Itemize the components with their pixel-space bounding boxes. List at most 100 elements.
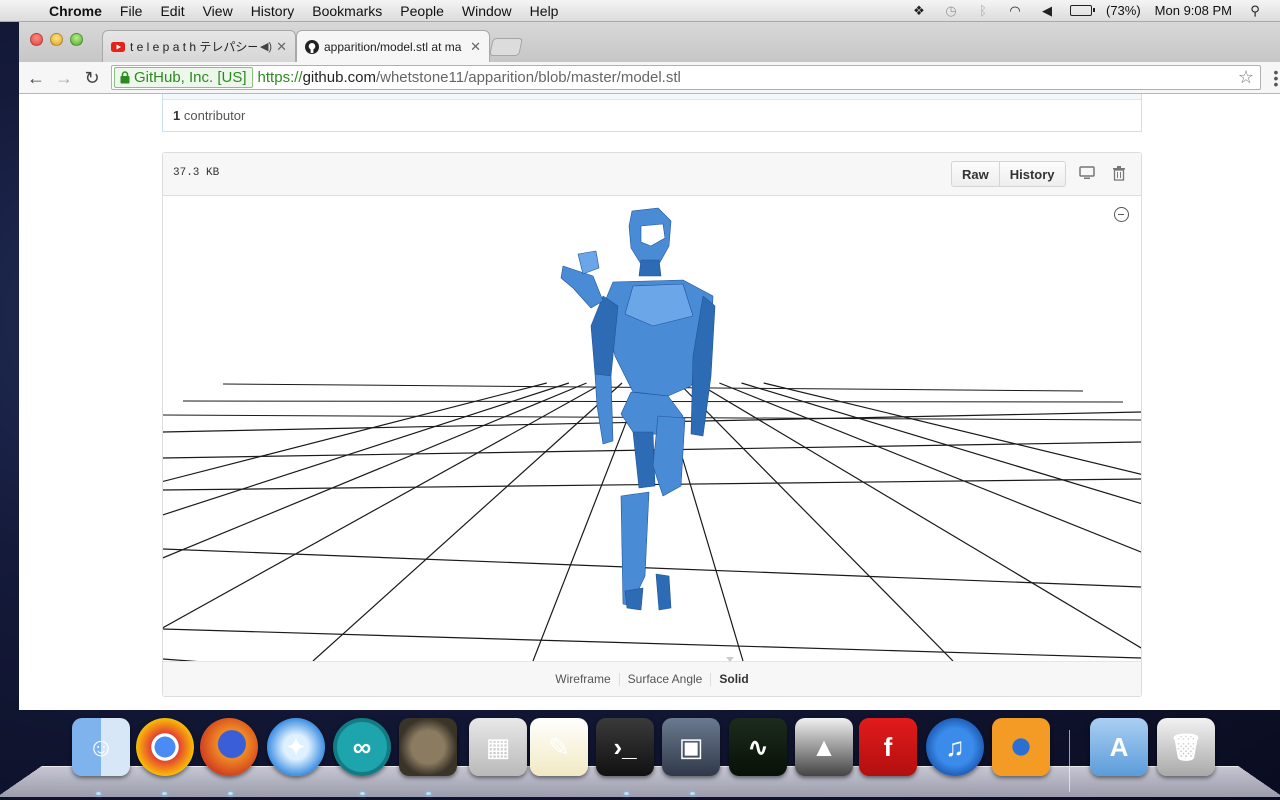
close-tab-icon[interactable]: ✕ — [470, 39, 481, 55]
battery-percent[interactable]: (73%) — [1106, 3, 1141, 18]
mode-wireframe[interactable]: Wireframe — [547, 672, 620, 686]
figure-neck — [638, 259, 662, 277]
menu-help[interactable]: Help — [521, 3, 568, 19]
youtube-icon — [111, 40, 125, 54]
trash-icon[interactable]: 🗑 — [1157, 718, 1215, 776]
grid-line-horizontal — [163, 548, 1141, 588]
github-icon — [305, 39, 319, 54]
file-actions: Raw History — [951, 161, 1066, 187]
menu-people[interactable]: People — [391, 3, 453, 19]
grid-line-vertical — [763, 382, 1141, 475]
itunes-icon[interactable]: ♫ — [926, 718, 984, 776]
firefox-icon[interactable] — [200, 718, 258, 776]
mode-surface-angle[interactable]: Surface Angle — [620, 672, 712, 686]
contributors-summary[interactable]: 1 contributor — [173, 108, 245, 123]
arduino-icon[interactable]: ∞ — [333, 718, 391, 776]
menu-app-name[interactable]: Chrome — [40, 3, 111, 19]
menu-file[interactable]: File — [111, 3, 152, 19]
inkscape-icon[interactable]: ▲ — [795, 718, 853, 776]
collapse-viewer-icon[interactable] — [1114, 207, 1129, 222]
safari-icon[interactable]: ✦ — [267, 718, 325, 776]
contributors-box: 1 contributor — [162, 94, 1142, 132]
volume-icon[interactable]: ◀︎ — [1038, 3, 1056, 18]
grid-line-vertical — [696, 382, 1141, 649]
new-tab-button[interactable] — [489, 38, 523, 56]
figure-left-arm-lower — [594, 373, 614, 445]
close-tab-icon[interactable]: ✕ — [276, 39, 287, 55]
figure-left-leg-lower — [620, 491, 650, 607]
github-page: 1 contributor 37.3 KB Raw History Wirefr… — [19, 94, 1280, 710]
speaker-icon[interactable]: ◀) — [260, 40, 272, 53]
tab-youtube[interactable]: t e l e p a t h テレパシー ◀) ✕ — [102, 30, 296, 62]
stl-3d-viewer[interactable] — [163, 196, 1141, 661]
browser-toolbar: ← → ↻ GitHub, Inc. [US] https://github.c… — [19, 62, 1280, 94]
menu-bookmarks[interactable]: Bookmarks — [303, 3, 391, 19]
close-window-button[interactable] — [30, 33, 43, 46]
textedit-icon[interactable]: ✎ — [530, 718, 588, 776]
blender-icon[interactable] — [992, 718, 1050, 776]
tab-strip: t e l e p a t h テレパシー ◀) ✕ apparition/mo… — [19, 22, 1280, 62]
dropbox-icon[interactable]: ❖ — [910, 3, 928, 18]
grid-line-vertical — [163, 382, 547, 483]
ev-label: GitHub, Inc. [US] — [134, 69, 247, 86]
bluetooth-icon[interactable]: ᛒ — [974, 3, 992, 18]
applications-folder-icon[interactable]: A — [1090, 718, 1148, 776]
dock-running-indicator — [360, 792, 365, 795]
file-header: 37.3 KB Raw History — [163, 153, 1141, 196]
grid-line-horizontal — [163, 628, 1141, 659]
mission-control-icon[interactable]: ▣ — [662, 718, 720, 776]
stl-canvas[interactable] — [163, 196, 1141, 661]
file-viewer: 37.3 KB Raw History Wireframe Surface An… — [162, 152, 1142, 697]
finder-icon[interactable]: ☺ — [72, 718, 130, 776]
gimp-icon[interactable] — [399, 718, 457, 776]
battery-icon[interactable] — [1069, 5, 1095, 16]
figure-left-arm-upper — [590, 295, 619, 377]
lock-icon — [120, 71, 130, 84]
menu-view[interactable]: View — [194, 3, 242, 19]
dock-running-indicator — [624, 792, 629, 795]
dock-running-indicator — [96, 792, 101, 795]
tab-github[interactable]: apparition/model.stl at ma ✕ — [296, 30, 490, 62]
minimize-window-button[interactable] — [50, 33, 63, 46]
figure-raised-hand — [560, 265, 604, 309]
chrome-menu-icon[interactable]: • • • — [1272, 65, 1280, 91]
bookmark-star-icon[interactable]: ☆ — [1238, 67, 1254, 88]
dock-running-indicator — [162, 792, 167, 795]
figure-left-leg-upper — [632, 431, 656, 489]
menu-window[interactable]: Window — [453, 3, 521, 19]
mode-solid[interactable]: Solid — [711, 672, 756, 686]
human-figure-model — [560, 207, 716, 611]
calculator-icon[interactable]: ▦ — [469, 718, 527, 776]
menu-bar: Chrome File Edit View History Bookmarks … — [0, 0, 1280, 22]
commit-info-strip — [163, 94, 1141, 100]
filezilla-icon[interactable]: f — [859, 718, 917, 776]
back-arrow-icon[interactable]: ← — [24, 66, 48, 90]
tab-title: apparition/model.stl at ma — [324, 39, 462, 54]
reload-icon[interactable]: ↻ — [80, 66, 104, 90]
ev-certificate-badge[interactable]: GitHub, Inc. [US] — [114, 67, 253, 88]
dock-separator — [1069, 730, 1070, 792]
forward-arrow-icon[interactable]: → — [52, 66, 76, 90]
grid-line-vertical — [312, 382, 623, 661]
browser-window: t e l e p a t h テレパシー ◀) ✕ apparition/mo… — [19, 22, 1280, 710]
clock[interactable]: Mon 9:08 PM — [1155, 3, 1232, 18]
render-mode-switcher: Wireframe Surface Angle Solid — [163, 657, 1141, 696]
terminal-icon[interactable]: ›_ — [596, 718, 654, 776]
chrome-icon[interactable] — [136, 718, 194, 776]
history-button[interactable]: History — [999, 161, 1066, 187]
menu-edit[interactable]: Edit — [151, 3, 193, 19]
url-host: github.com — [302, 69, 376, 86]
trash-icon[interactable] — [1110, 166, 1128, 184]
dock-running-indicator — [228, 792, 233, 795]
time-machine-icon[interactable]: ◷ — [942, 3, 960, 18]
zoom-window-button[interactable] — [70, 33, 83, 46]
activity-monitor-icon[interactable]: ∿ — [729, 718, 787, 776]
figure-hand-ball — [577, 250, 600, 275]
menu-history[interactable]: History — [242, 3, 304, 19]
contributors-label: contributor — [183, 108, 246, 123]
raw-button[interactable]: Raw — [951, 161, 1000, 187]
address-bar[interactable]: GitHub, Inc. [US] https://github.com/whe… — [111, 65, 1261, 90]
spotlight-icon[interactable]: ⚲ — [1246, 3, 1264, 18]
desktop-icon[interactable] — [1078, 166, 1096, 184]
wifi-icon[interactable]: ◠ — [1006, 3, 1024, 18]
